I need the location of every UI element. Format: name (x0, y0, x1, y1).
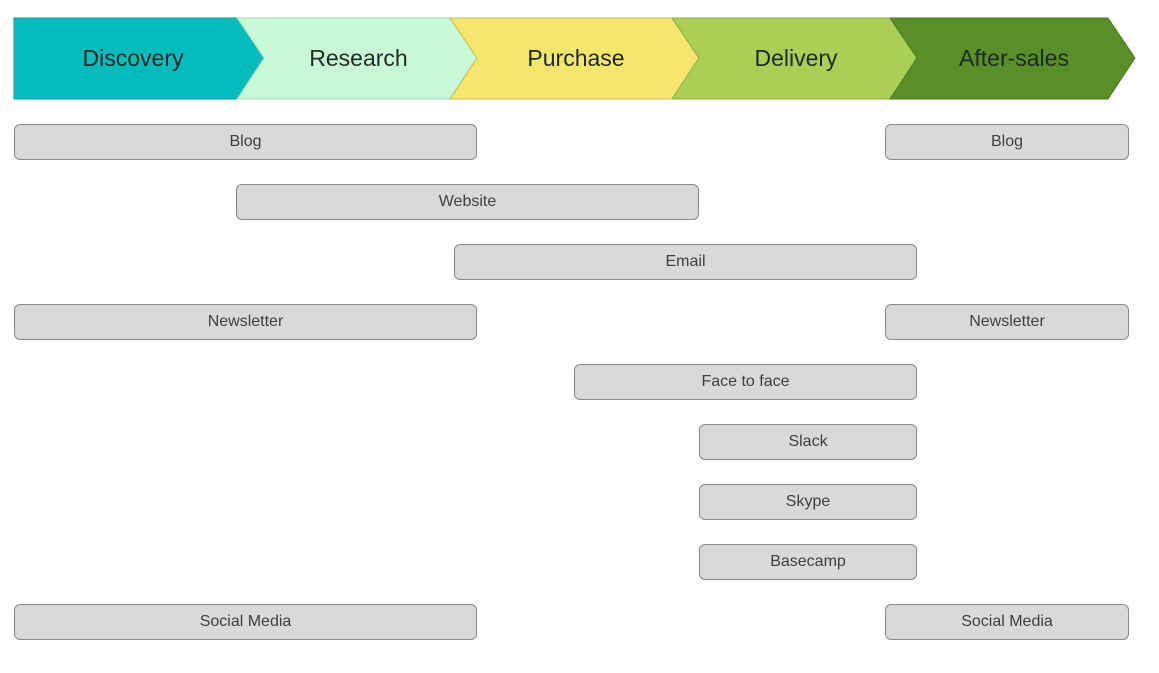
channel-bar-website: Website (236, 184, 699, 220)
channel-bar-skype: Skype (699, 484, 917, 520)
channel-bar-face-to-face: Face to face (574, 364, 917, 400)
channel-bar-basecamp: Basecamp (699, 544, 917, 580)
stage-label: Research (309, 45, 407, 71)
channel-bar-blog: Blog (885, 124, 1129, 160)
channel-bar-newsletter: Newsletter (885, 304, 1129, 340)
channel-bar-email: Email (454, 244, 917, 280)
customer-journey-stages: Discovery Research Purchase Delivery After-s… (13, 17, 1136, 100)
channel-bar-social-media: Social Media (885, 604, 1129, 640)
stage-label: Purchase (527, 45, 624, 71)
channel-bar-slack: Slack (699, 424, 917, 460)
stage-label: After-sales (959, 45, 1069, 71)
channel-bar-social-media: Social Media (14, 604, 477, 640)
channel-bar-newsletter: Newsletter (14, 304, 477, 340)
channel-bar-blog: Blog (14, 124, 477, 160)
stage-label: Discovery (83, 45, 184, 71)
stage-label: Delivery (754, 45, 838, 71)
